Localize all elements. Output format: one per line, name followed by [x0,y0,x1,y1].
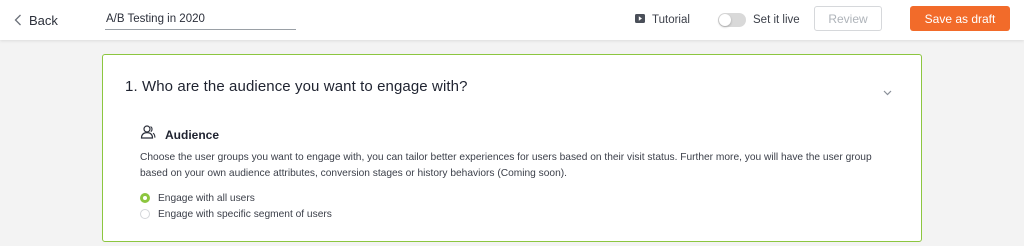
set-live-control: Set it live [718,11,800,29]
option-specific-segment[interactable]: Engage with specific segment of users [140,206,332,222]
step-title: 1. Who are the audience you want to enga… [125,78,468,95]
back-button[interactable]: Back [14,11,58,29]
audience-icon [140,125,156,144]
option-all-users[interactable]: Engage with all users [140,190,332,206]
radio-unselected[interactable] [140,209,150,219]
radio-selected[interactable] [140,193,150,203]
audience-step-card: 1. Who are the audience you want to enga… [102,54,922,242]
back-label: Back [29,12,58,28]
review-button[interactable]: Review [814,6,882,31]
set-live-label: Set it live [753,14,800,26]
experiment-name-input[interactable] [105,10,296,30]
section-title: Audience [165,127,220,142]
video-play-icon [635,14,645,26]
audience-description: Choose the user groups you want to engag… [140,152,872,179]
tutorial-link[interactable]: Tutorial [635,12,690,28]
chevron-down-icon[interactable] [883,83,892,101]
audience-section-header: Audience [140,125,219,144]
top-toolbar: Back Tutorial Set it live Review Save as… [0,0,1024,40]
option-label: Engage with all users [158,192,255,204]
chevron-left-icon [14,14,22,26]
save-as-draft-button[interactable]: Save as draft [910,6,1010,31]
tutorial-label: Tutorial [652,14,690,26]
audience-options: Engage with all users Engage with specif… [140,190,332,222]
toggle-knob [719,14,731,26]
option-label: Engage with specific segment of users [158,208,332,220]
set-live-toggle[interactable] [718,13,746,27]
